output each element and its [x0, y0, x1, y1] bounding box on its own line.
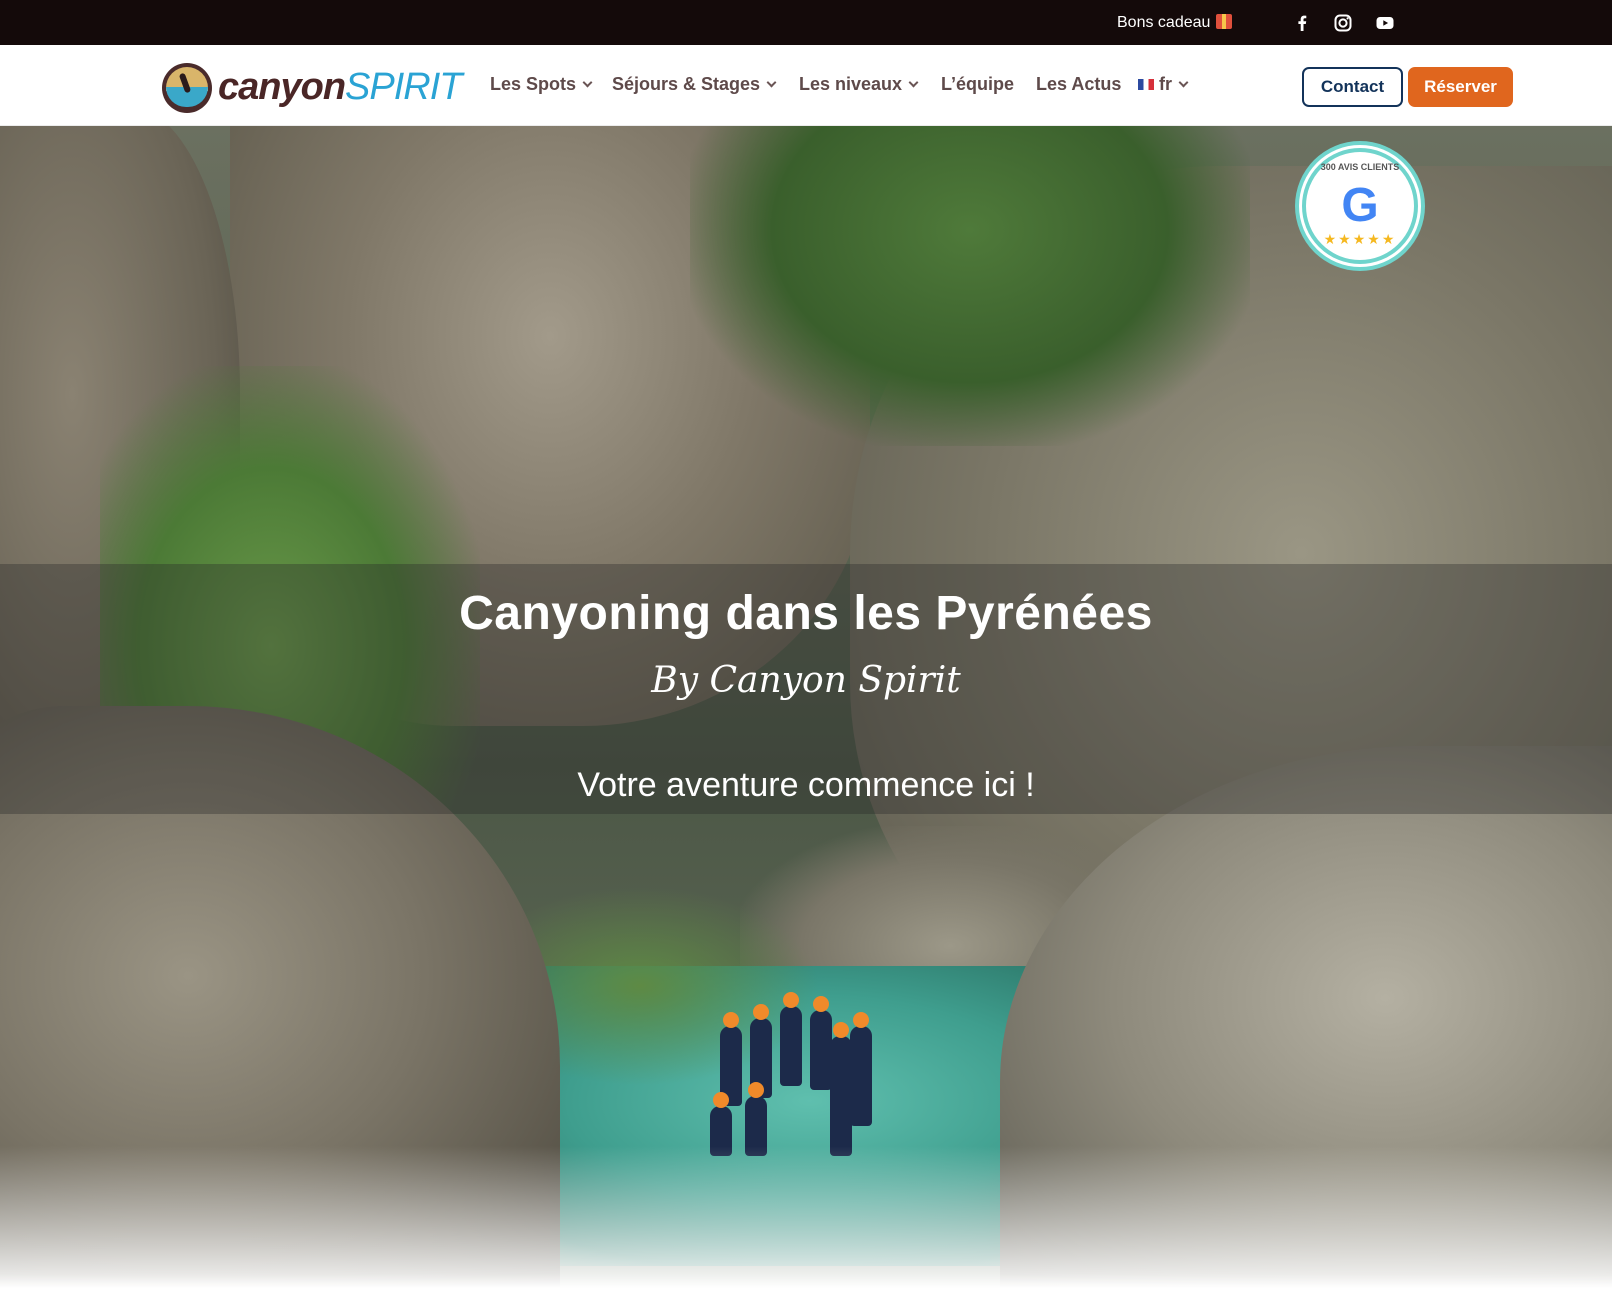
nav-item-les-spots[interactable]: Les Spots	[490, 74, 593, 95]
gift-voucher-label: Bons cadeau	[1117, 14, 1211, 31]
nav-item-les-niveaux[interactable]: Les niveaux	[799, 74, 919, 95]
facebook-icon[interactable]	[1292, 13, 1312, 33]
google-icon: G	[1341, 179, 1379, 232]
chevron-down-icon	[908, 77, 919, 88]
youtube-icon[interactable]	[1375, 13, 1395, 33]
nav-item-equipe[interactable]: L’équipe	[941, 74, 1014, 95]
chevron-down-icon	[1178, 77, 1189, 88]
hero-subtitle: By Canyon Spirit	[651, 660, 961, 701]
gift-icon	[1216, 14, 1233, 29]
instagram-icon[interactable]	[1333, 13, 1353, 33]
reserve-button[interactable]: Réserver	[1408, 67, 1513, 107]
badge-ring-text: 300 AVIS CLIENTS	[1320, 162, 1400, 172]
canyon-spirit-logo[interactable]: canyonSPIRIT	[162, 63, 463, 113]
logo-emblem-icon	[162, 63, 212, 113]
chevron-down-icon	[766, 77, 777, 88]
nav-item-actus[interactable]: Les Actus	[1036, 74, 1121, 95]
hero-title: Canyoning dans les Pyrénées	[459, 587, 1153, 640]
gift-voucher-link[interactable]: Bons cadeau	[1117, 12, 1233, 32]
contact-button[interactable]: Contact	[1302, 67, 1403, 107]
chevron-down-icon	[582, 77, 593, 88]
nav-item-sejours-stages[interactable]: Séjours & Stages	[612, 74, 777, 95]
rating-stars: ★★★★★	[1323, 232, 1397, 248]
language-selector[interactable]: fr	[1138, 74, 1189, 95]
top-bar: Bons cadeau	[0, 0, 1612, 45]
fr-flag-icon	[1138, 79, 1154, 90]
hero-tagline: Votre aventure commence ici !	[577, 766, 1035, 804]
google-reviews-badge[interactable]: 300 AVIS CLIENTS G ★★★★★	[1302, 148, 1418, 264]
hero-section: Canyoning dans les Pyrénées By Canyon Sp…	[0, 126, 1612, 1288]
logo-wordmark: canyonSPIRIT	[218, 66, 463, 108]
site-header: canyonSPIRIT Les Spots Séjours & Stages …	[0, 45, 1612, 126]
